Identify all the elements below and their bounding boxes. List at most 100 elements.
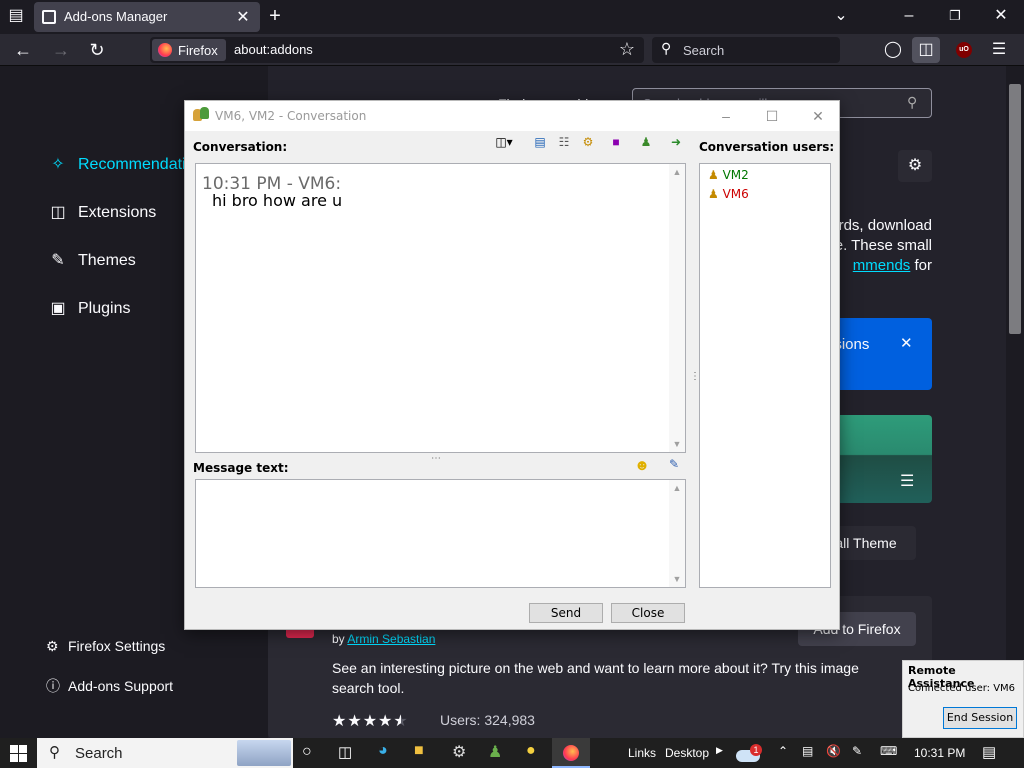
document-icon[interactable]: ☷ [555, 135, 573, 151]
network-icon[interactable]: ▤ [802, 744, 813, 758]
clock[interactable]: 10:31 PM [914, 746, 965, 760]
minimize-button[interactable]: – [703, 101, 749, 131]
menu-hamburger-icon[interactable]: ☰ [988, 40, 1010, 60]
search-bar[interactable]: ⚲ Search [652, 37, 840, 63]
restore-button[interactable]: ❐ [944, 6, 966, 26]
url-text[interactable]: about:addons [234, 42, 313, 57]
conversation-log[interactable]: 10:31 PM - VM6: hi bro how are u ▲ ▼ [195, 163, 686, 453]
chat-bubble-icon[interactable]: ● [526, 742, 536, 760]
intro-text: rds, download e. These small mmends for [828, 216, 932, 276]
keyboard-icon[interactable]: ⌨ [880, 744, 897, 758]
account-icon[interactable]: ◯ [882, 40, 904, 60]
addons-support-link[interactable]: ⓘ Add-ons Support [46, 676, 173, 696]
scrollbar-thumb[interactable] [1009, 84, 1021, 334]
book-icon[interactable]: ▤ [531, 135, 549, 151]
send-button[interactable]: Send [529, 603, 603, 623]
volume-muted-icon[interactable]: 🔇 [826, 744, 841, 758]
ra-connected-user: Connected user: VM6 [908, 683, 1016, 694]
settings-gear-icon[interactable]: ⚙ [452, 742, 466, 762]
sidebar-item-label: Plugins [78, 300, 131, 317]
end-session-button[interactable]: End Session [943, 707, 1017, 729]
video-camera-icon[interactable]: ■ [607, 135, 625, 151]
list-all-tabs-icon[interactable]: ▤ [6, 6, 26, 26]
sidebar-item-themes[interactable]: ✎ Themes [46, 250, 136, 274]
taskbar-search[interactable]: ⚲ Search [37, 738, 293, 768]
identity-label: Firefox [178, 43, 218, 58]
firefox-settings-link[interactable]: ⚙ Firefox Settings [46, 638, 165, 655]
settings-icon[interactable]: ⚙ [579, 135, 597, 151]
page-scrollbar[interactable] [1006, 66, 1024, 738]
splitter-grip[interactable]: ⋯ [431, 453, 441, 464]
close-button[interactable]: Close [611, 603, 685, 623]
users-list[interactable]: ♟ VM2 ♟ VM6 [699, 163, 831, 588]
new-tab-button[interactable]: + [264, 6, 286, 26]
exit-icon[interactable]: ➜ [667, 135, 685, 151]
add-user-icon[interactable]: ♟ [637, 135, 655, 151]
cortana-icon[interactable]: ○ [302, 743, 312, 761]
sidebar-item-extensions[interactable]: ◫ Extensions [46, 202, 156, 226]
close-window-button[interactable]: ✕ [990, 6, 1012, 26]
tab-title: Add-ons Manager [64, 9, 168, 24]
font-edit-icon[interactable]: ✎ [665, 457, 683, 473]
chevron-up-icon[interactable]: ⌃ [778, 744, 788, 758]
puzzle-icon [42, 10, 56, 24]
window-title: VM6, VM2 - Conversation [215, 109, 367, 123]
message-input[interactable]: ▲ ▼ [195, 479, 686, 588]
brush-icon: ✎ [51, 252, 65, 269]
close-window-button[interactable]: ✕ [795, 101, 841, 131]
list-item[interactable]: ♟ VM2 [708, 168, 749, 182]
sidebar-item-label: Extensions [78, 204, 157, 221]
tab-addons-manager[interactable]: Add-ons Manager ✕ [34, 2, 260, 32]
star-icon: ★ [332, 713, 348, 730]
star-icon: ★ [347, 713, 363, 730]
ublock-icon[interactable]: uO [956, 42, 972, 58]
windows-start-icon[interactable] [10, 745, 27, 762]
file-explorer-icon[interactable]: ■ [414, 742, 424, 760]
extensions-button[interactable]: ◫ [912, 37, 940, 63]
star-icon: ★ [362, 713, 379, 730]
desktop-toolbar[interactable]: Desktop [665, 746, 709, 760]
close-icon[interactable]: ✕ [900, 334, 913, 352]
chevron-right-icon[interactable]: ▶ [716, 745, 723, 756]
firefox-taskbar-button[interactable] [552, 738, 590, 768]
conversation-scrollbar[interactable]: ▲ ▼ [669, 164, 685, 452]
star-icon: ★ [393, 713, 409, 730]
window-titlebar[interactable]: VM6, VM2 - Conversation – ☐ ✕ [185, 101, 839, 131]
firefox-logo-icon [563, 745, 579, 761]
scroll-down-icon[interactable]: ▼ [669, 436, 685, 452]
message-scrollbar[interactable]: ▲ ▼ [669, 480, 685, 587]
vertical-splitter-grip[interactable]: ⋮ [690, 371, 700, 382]
task-view-icon[interactable]: ◫ [338, 743, 352, 761]
gear-icon: ⚙ [46, 638, 59, 654]
forward-button[interactable]: → [50, 40, 72, 60]
chevron-down-icon[interactable]: ⌄ [830, 6, 852, 26]
rating-stars: ★★★★★ [332, 711, 409, 731]
scroll-up-icon[interactable]: ▲ [669, 164, 685, 180]
edge-icon[interactable]: ◕ [378, 742, 388, 760]
network-people-icon[interactable]: ♟ [488, 742, 502, 762]
reload-button[interactable]: ↻ [86, 40, 108, 60]
emoticon-icon[interactable]: ☻ [633, 457, 651, 474]
scroll-down-icon[interactable]: ▼ [669, 571, 685, 587]
sidebar-item-plugins[interactable]: ▣ Plugins [46, 298, 130, 322]
notifications-icon[interactable]: ▤ [982, 743, 996, 761]
minimize-button[interactable]: – [898, 6, 920, 26]
back-button[interactable]: ← [12, 40, 34, 60]
bookmark-star-icon[interactable]: ☆ [616, 39, 638, 59]
puzzle-icon: ◫ [50, 204, 66, 221]
maximize-button[interactable]: ☐ [749, 101, 795, 131]
author-link[interactable]: Armin Sebastian [347, 632, 435, 646]
identity-box[interactable]: Firefox [152, 39, 226, 61]
links-toolbar[interactable]: Links [628, 746, 656, 760]
history-dropdown-icon[interactable]: ◫▾ [495, 135, 513, 151]
recommendations-link[interactable]: mmends [853, 257, 911, 274]
weather-cloud-icon[interactable]: 1 [736, 744, 762, 762]
close-tab-icon[interactable]: ✕ [234, 7, 252, 27]
help-icon: ⓘ [46, 678, 60, 694]
scroll-up-icon[interactable]: ▲ [669, 480, 685, 496]
list-item[interactable]: ♟ VM6 [708, 187, 749, 201]
url-bar[interactable]: Firefox about:addons ☆ [150, 37, 644, 63]
gear-icon[interactable]: ⚙ [898, 150, 932, 182]
intro-line: e. These small [834, 237, 932, 254]
pen-icon[interactable]: ✎ [852, 744, 862, 758]
